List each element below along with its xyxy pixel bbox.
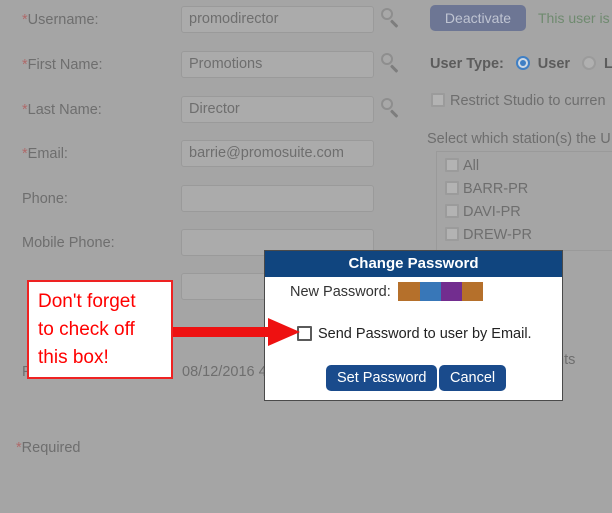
cancel-button[interactable]: Cancel: [439, 365, 507, 391]
username-search-icon[interactable]: [381, 8, 401, 28]
phone-label: Phone:: [22, 191, 68, 207]
redaction-block-1: [398, 282, 421, 301]
redaction-block-4: [461, 282, 483, 301]
phone-input[interactable]: [181, 185, 374, 212]
last-name-label-text: Last Name:: [27, 102, 102, 118]
send-password-email-row[interactable]: Send Password to user by Email.: [297, 325, 532, 343]
annotation-callout-text: Don't forget to check off this box!: [38, 291, 136, 368]
station-label-drew-pr: DREW-PR: [463, 227, 533, 243]
radio-location[interactable]: [582, 56, 597, 70]
redaction-block-2: [420, 282, 442, 301]
user-type-row: User Type: User Lo: [430, 52, 612, 76]
email-label-text: Email:: [27, 146, 68, 162]
radio-user-label: User: [537, 56, 571, 72]
radio-location-label: Lo: [603, 56, 612, 72]
station-item-davi-pr[interactable]: DAVI-PR: [445, 204, 521, 220]
stations-listbox[interactable]: All BARR-PR DAVI-PR DREW-PR: [436, 151, 612, 251]
email-input[interactable]: barrie@promosuite.com: [181, 140, 374, 167]
username-input[interactable]: promodirector: [181, 6, 374, 33]
station-label-all: All: [463, 158, 480, 174]
screenshot-root: *Username: promodirector *First Name: Pr…: [0, 0, 612, 513]
email-label: *Email:: [22, 139, 68, 169]
user-status-text: This user is: [538, 10, 610, 26]
station-checkbox-davi-pr[interactable]: [445, 204, 459, 218]
station-checkbox-drew-pr[interactable]: [445, 227, 459, 241]
station-item-barr-pr[interactable]: BARR-PR: [445, 181, 528, 197]
required-note-text: Required: [21, 440, 81, 456]
station-checkbox-barr-pr[interactable]: [445, 181, 459, 195]
send-password-email-label: Send Password to user by Email.: [318, 326, 532, 342]
last-name-input[interactable]: Director: [181, 96, 374, 123]
new-password-input-redacted[interactable]: [398, 282, 483, 301]
annotation-arrow: [160, 316, 300, 348]
station-label-davi-pr: DAVI-PR: [463, 204, 521, 220]
restrict-studio-label: Restrict Studio to curren: [450, 93, 606, 109]
first-name-label-text: First Name:: [27, 57, 103, 73]
mobile-phone-label: Mobile Phone:: [22, 235, 115, 251]
annotation-callout: Don't forget to check off this box!: [27, 280, 173, 379]
redaction-block-3: [441, 282, 462, 301]
first-name-search-icon[interactable]: [381, 53, 401, 73]
username-label: *Username:: [22, 5, 99, 35]
set-password-button[interactable]: Set Password: [326, 365, 438, 391]
station-checkbox-all[interactable]: [445, 158, 459, 172]
last-name-search-icon[interactable]: [381, 98, 401, 118]
station-item-drew-pr[interactable]: DREW-PR: [445, 227, 532, 243]
radio-user[interactable]: [516, 56, 531, 70]
new-password-label: New Password:: [290, 284, 391, 300]
station-item-all[interactable]: All: [445, 158, 479, 174]
password-changed-value: 08/12/2016 4: [182, 364, 267, 380]
first-name-label: *First Name:: [22, 50, 103, 80]
restrict-studio-row[interactable]: Restrict Studio to curren: [431, 92, 606, 110]
deactivate-button[interactable]: Deactivate: [430, 5, 526, 31]
stations-instruction-label: Select which station(s) the U: [427, 131, 611, 147]
required-note: *Required: [16, 440, 81, 456]
station-label-barr-pr: BARR-PR: [463, 181, 529, 197]
last-name-label: *Last Name:: [22, 95, 102, 125]
dialog-title: Change Password: [265, 251, 562, 277]
user-type-label: User Type:: [430, 56, 504, 72]
username-label-text: Username:: [27, 12, 99, 28]
first-name-input[interactable]: Promotions: [181, 51, 374, 78]
restrict-studio-checkbox[interactable]: [431, 93, 445, 107]
